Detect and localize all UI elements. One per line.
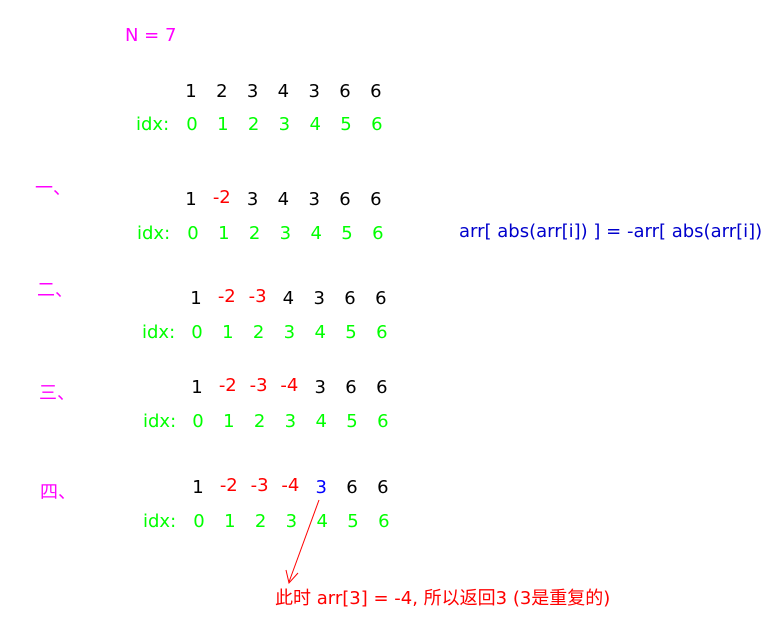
arrow-head (285, 569, 299, 585)
index-value: 3 (283, 322, 296, 343)
index-value: 4 (316, 511, 328, 532)
array-value: 6 (370, 81, 382, 102)
array-value: 6 (339, 189, 351, 210)
array-value: 1 (191, 377, 203, 398)
duplicate-value: 3 (315, 477, 327, 498)
array-value: 6 (346, 477, 358, 498)
index-value: 1 (222, 322, 234, 343)
array-value: -3 (250, 475, 269, 496)
array-value: 1 (185, 189, 197, 210)
array-value: -2 (212, 187, 231, 208)
array-value: 6 (370, 189, 382, 210)
index-value: 4 (309, 114, 321, 135)
conclusion-text: 此时 arr[3] = -4, 所以返回3 (3是重复的) (275, 588, 611, 609)
array-value: -4 (280, 375, 299, 396)
index-value: 4 (315, 411, 327, 432)
index-value: 0 (193, 511, 205, 532)
index-value: 3 (278, 114, 291, 135)
index-value: 6 (371, 114, 383, 135)
index-value: 4 (314, 322, 326, 343)
array-value: 2 (216, 81, 228, 102)
index-value: 0 (192, 411, 204, 432)
index-value: 2 (254, 511, 267, 532)
array-value: -4 (281, 475, 300, 496)
array-value: 3 (246, 189, 259, 210)
index-value: 6 (378, 511, 390, 532)
index-value: 5 (346, 411, 358, 432)
index-value: 5 (347, 511, 359, 532)
array-value: 6 (339, 81, 351, 102)
array-value: 4 (282, 288, 295, 309)
index-value: 3 (285, 511, 298, 532)
index-value: 2 (248, 223, 261, 244)
index-value: 5 (340, 114, 352, 135)
index-value: 1 (217, 114, 229, 135)
array-value: 1 (192, 477, 204, 498)
array-value: 1 (185, 81, 197, 102)
index-value: 0 (187, 223, 199, 244)
index-value: 2 (253, 411, 266, 432)
array-value: 3 (313, 288, 325, 309)
index-value: 2 (252, 322, 265, 343)
index-value: 5 (341, 223, 353, 244)
array-value: -2 (217, 286, 236, 307)
array-value: 3 (308, 81, 320, 102)
array-value: 3 (314, 377, 326, 398)
array-value: -2 (219, 475, 238, 496)
index-value: 2 (247, 114, 260, 135)
index-value: 6 (372, 223, 384, 244)
index-value: 0 (191, 322, 203, 343)
index-value: 1 (223, 411, 235, 432)
index-value: 0 (186, 114, 198, 135)
index-value: 6 (376, 322, 388, 343)
index-value: 6 (377, 411, 389, 432)
index-value: 5 (345, 322, 357, 343)
array-value: 6 (345, 377, 357, 398)
array-value: -3 (248, 286, 267, 307)
index-value: 1 (218, 223, 230, 244)
array-value: 6 (377, 477, 389, 498)
array-value: 3 (308, 189, 320, 210)
array-value: 4 (277, 189, 290, 210)
array-value: -2 (218, 375, 237, 396)
array-value: -3 (249, 375, 268, 396)
index-value: 3 (279, 223, 292, 244)
array-value: 6 (376, 377, 388, 398)
index-value: 1 (224, 511, 236, 532)
array-value: 3 (246, 81, 259, 102)
array-value: 6 (344, 288, 356, 309)
array-value: 1 (190, 288, 202, 309)
array-value: 6 (375, 288, 387, 309)
index-value: 3 (284, 411, 297, 432)
array-value: 4 (277, 81, 290, 102)
index-value: 4 (310, 223, 322, 244)
